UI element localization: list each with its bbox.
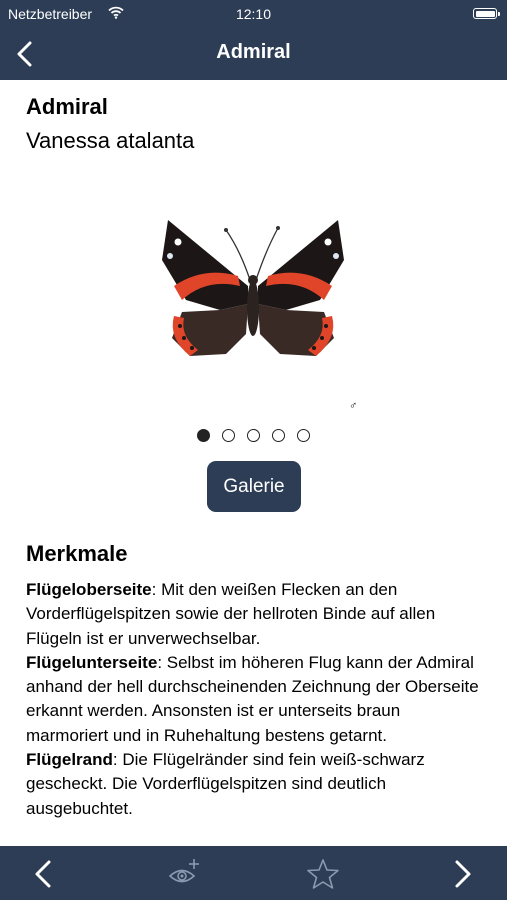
species-detail[interactable]: Admiral Vanessa atalanta ♂ Galerie Merkm… [0,80,507,846]
navigation-bar: Admiral [0,28,507,80]
page-dot-5[interactable] [297,429,310,442]
features-text: Flügeloberseite: Mit den weißen Flecken … [26,578,486,821]
page-dot-1[interactable] [197,429,210,442]
next-button[interactable] [452,859,474,894]
bottom-toolbar [0,846,507,900]
sex-symbol: ♂ [349,400,358,412]
gallery-button[interactable]: Galerie [207,461,301,512]
feature-term: Flügeloberseite [26,580,152,599]
butterfly-image[interactable] [160,216,346,366]
features-heading: Merkmale [26,541,128,566]
clock: 12:10 [235,6,272,22]
feature-term: Flügelunterseite [26,652,158,672]
species-name: Admiral [26,94,108,119]
feature-term: Flügelrand [26,750,113,770]
nav-title: Admiral [216,41,291,63]
battery-icon [473,8,500,19]
previous-button[interactable] [32,859,54,894]
species-latin-name: Vanessa atalanta [26,128,195,153]
page-dot-2[interactable] [222,429,235,442]
favorite-button[interactable] [307,858,339,895]
next-icon [455,860,471,888]
add-sighting-button[interactable] [168,857,202,894]
eye-plus-icon [168,859,199,883]
previous-icon [35,860,51,888]
star-icon [307,859,339,889]
status-bar: Netzbetreiber 12:10 [0,0,507,28]
page-dot-4[interactable] [272,429,285,442]
page-dot-3[interactable] [247,429,260,442]
